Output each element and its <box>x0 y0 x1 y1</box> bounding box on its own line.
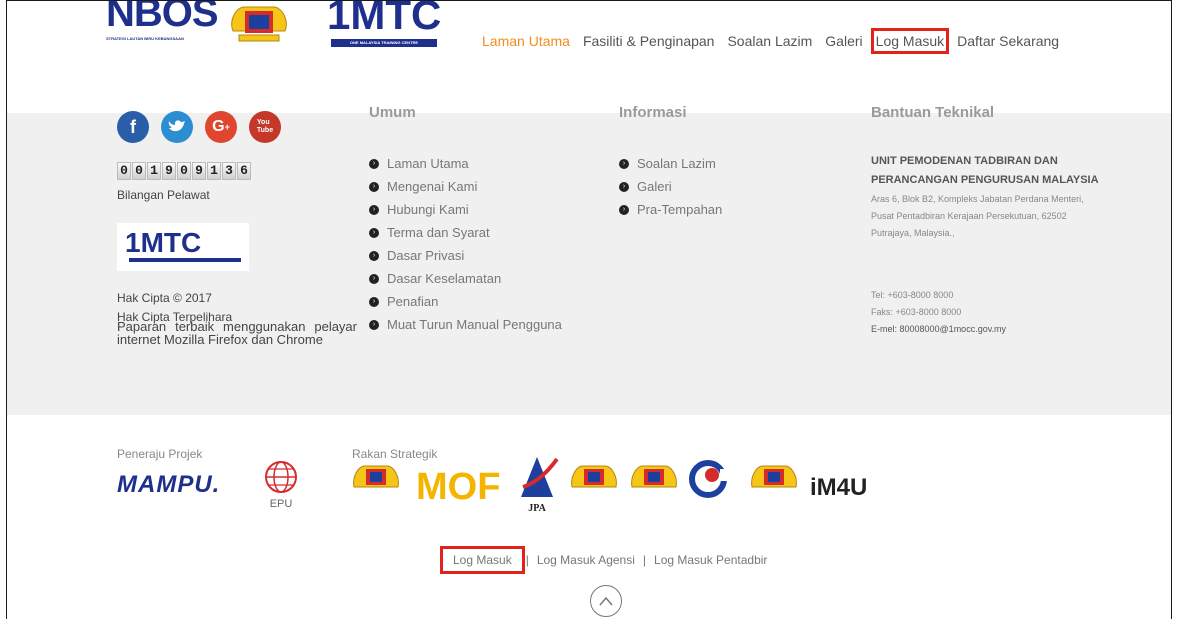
mtc-logo-text: 1MTC <box>327 0 442 38</box>
chevron-right-icon: › <box>619 204 629 215</box>
log-masuk-pentadbir-link[interactable]: Log Masuk Pentadbir <box>654 553 767 567</box>
partner-logos: MOF JPA iM4U <box>353 457 867 514</box>
counter-digit: 1 <box>147 162 161 180</box>
svg-text:JPA: JPA <box>528 503 546 514</box>
mampu-logo[interactable]: MAMPU. <box>117 471 220 499</box>
login-links: Log Masuk | Log Masuk Agensi | Log Masuk Pen… <box>440 546 1171 574</box>
mtc-logo-subtitle: ONE MALAYSIA TRAINING CENTRE <box>331 39 437 47</box>
mof-logo: MOF <box>416 466 500 508</box>
org-name: UNIT PEMODENAN TADBIRAN DAN PERANCANGAN … <box>871 155 1099 186</box>
footer-link[interactable]: › Pra-Tempahan <box>619 198 722 221</box>
nav-fasiliti[interactable]: Fasiliti & Penginapan <box>583 33 715 49</box>
chevron-up-icon <box>599 596 613 606</box>
chevron-right-icon: › <box>619 158 629 169</box>
copyright-line-1: Hak Cipta © 2017 <box>117 291 212 305</box>
contact-info: Tel: +603-8000 8000 Faks: +603-8000 8000… <box>871 287 1101 338</box>
footer-top: f G + You Tube 0 0 1 9 0 9 1 3 6 Bilangan … <box>7 104 1171 415</box>
nav-galeri[interactable]: Galeri <box>825 33 862 49</box>
counter-digit: 1 <box>207 162 221 180</box>
counter-digit: 0 <box>132 162 146 180</box>
browser-viewport: NBOS STRATEGI LAUTAN BIRU KEBANGSAAN 1MT… <box>6 0 1172 619</box>
footer-link[interactable]: › Muat Turun Manual Pengguna <box>369 313 562 336</box>
tel: Tel: +603-8000 8000 <box>871 290 954 300</box>
visitor-counter: 0 0 1 9 0 9 1 3 6 <box>117 162 252 180</box>
footer-link[interactable]: › Dasar Privasi <box>369 244 562 267</box>
twitter-icon[interactable] <box>161 111 193 143</box>
log-masuk-agensi-link[interactable]: Log Masuk Agensi <box>537 553 635 567</box>
facebook-icon[interactable]: f <box>117 111 149 143</box>
jpa-logo: JPA <box>521 457 559 514</box>
chevron-right-icon: › <box>619 181 629 192</box>
log-masuk-link[interactable]: Log Masuk <box>440 546 525 574</box>
footer-link[interactable]: › Galeri <box>619 175 722 198</box>
epu-logo[interactable]: EPU <box>263 459 299 511</box>
malaysia-crest-icon <box>631 465 677 488</box>
main-nav: Laman Utama Fasiliti & Penginapan Soalan… <box>482 28 1072 54</box>
mtc-footer-logo-text: 1MTC <box>125 227 202 258</box>
malaysia-crest-icon <box>231 6 287 42</box>
mtc-logo[interactable]: 1MTC ONE MALAYSIA TRAINING CENTRE <box>325 1 445 49</box>
address: Aras 6, Blok B2, Kompleks Jabatan Perdan… <box>871 194 1084 238</box>
swirl-logo <box>689 460 742 498</box>
footer-link[interactable]: › Penafian <box>369 290 562 313</box>
scroll-to-top-button[interactable] <box>590 585 622 617</box>
footer-link[interactable]: › Soalan Lazim <box>619 152 722 175</box>
counter-digit: 0 <box>117 162 131 180</box>
counter-digit: 0 <box>177 162 191 180</box>
mtc-footer-logo-bar <box>129 258 241 262</box>
chevron-right-icon: › <box>369 273 379 284</box>
separator: | <box>642 553 647 567</box>
nav-daftar-sekarang[interactable]: Daftar Sekarang <box>957 33 1059 49</box>
visitors-label: Bilangan Pelawat <box>117 188 210 202</box>
chevron-right-icon: › <box>369 227 379 238</box>
informasi-links: › Soalan Lazim › Galeri › Pra-Tempahan <box>619 152 722 221</box>
footer-link[interactable]: › Hubungi Kami <box>369 198 562 221</box>
email[interactable]: E-mel: 80008000@1mocc.gov.my <box>871 321 1101 338</box>
mtc-footer-logo: 1MTC <box>117 223 249 271</box>
chevron-right-icon: › <box>369 204 379 215</box>
counter-digit: 6 <box>237 162 251 180</box>
nav-laman-utama[interactable]: Laman Utama <box>482 33 570 49</box>
im4u-logo: iM4U <box>810 474 867 501</box>
umum-title: Umum <box>369 104 416 121</box>
google-plus-icon[interactable]: G + <box>205 111 237 143</box>
nbos-logo[interactable]: NBOS STRATEGI LAUTAN BIRU KEBANGSAAN <box>104 0 219 47</box>
social-links: f G + You Tube <box>117 111 293 143</box>
umum-links: › Laman Utama › Mengenai Kami › Hubungi Kam… <box>369 152 562 336</box>
chevron-right-icon: › <box>369 181 379 192</box>
chevron-right-icon: › <box>369 319 379 330</box>
nav-log-masuk[interactable]: Log Masuk <box>870 28 950 54</box>
nav-soalan-lazim[interactable]: Soalan Lazim <box>727 33 812 49</box>
malaysia-crest-icon <box>353 465 399 488</box>
footer-bottom: Peneraju Projek Rakan Strategik MAMPU. E… <box>7 415 1171 619</box>
malaysia-crest-icon <box>571 465 617 488</box>
chevron-right-icon: › <box>369 250 379 261</box>
youtube-icon[interactable]: You Tube <box>249 111 281 143</box>
bantuan-title: Bantuan Teknikal <box>871 104 995 121</box>
nbos-logo-text: NBOS <box>106 0 219 35</box>
svg-text:EPU: EPU <box>270 498 293 510</box>
site-header: NBOS STRATEGI LAUTAN BIRU KEBANGSAAN 1MT… <box>7 1 1171 113</box>
informasi-title: Informasi <box>619 104 687 121</box>
footer-link[interactable]: › Mengenai Kami <box>369 175 562 198</box>
separator: | <box>525 553 529 567</box>
globe-icon: EPU <box>265 461 297 510</box>
chevron-right-icon: › <box>369 158 379 169</box>
counter-digit: 9 <box>192 162 206 180</box>
counter-digit: 9 <box>162 162 176 180</box>
chevron-right-icon: › <box>369 296 379 307</box>
browser-recommendation: Paparan terbaik menggunakan pelayar inte… <box>117 319 357 347</box>
counter-digit: 3 <box>222 162 236 180</box>
nbos-logo-subtitle: STRATEGI LAUTAN BIRU KEBANGSAAN <box>106 36 184 41</box>
fax: Faks: +603-8000 8000 <box>871 307 962 317</box>
peneraju-label: Peneraju Projek <box>117 447 203 461</box>
footer-link[interactable]: › Laman Utama <box>369 152 562 175</box>
footer-link[interactable]: › Dasar Keselamatan <box>369 267 562 290</box>
malaysia-crest-icon <box>751 465 797 488</box>
footer-link[interactable]: › Terma dan Syarat <box>369 221 562 244</box>
